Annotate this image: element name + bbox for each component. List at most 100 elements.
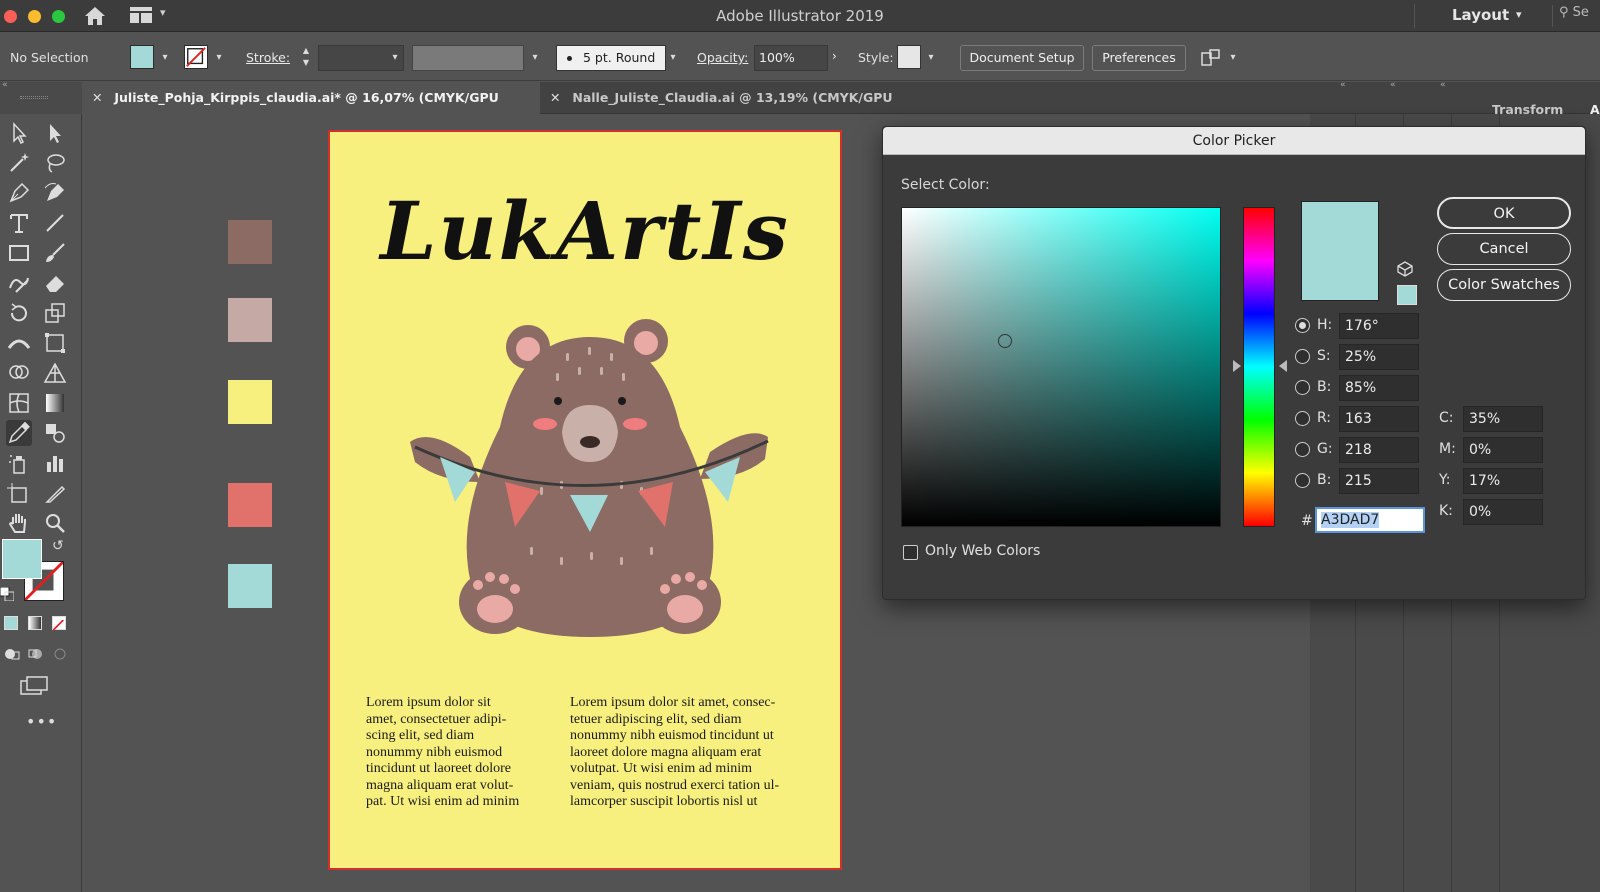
magenta-input[interactable]: 0% [1463,437,1543,463]
magic-wand-tool-icon[interactable] [6,150,32,176]
color-field-marker[interactable] [998,334,1012,348]
width-tool-icon[interactable] [6,330,32,356]
gamut-warning-icon[interactable] [1397,261,1413,277]
body-text-left[interactable]: Lorem ipsum dolor sit amet, consectetuer… [366,695,566,811]
search-input[interactable]: ⚲ Se [1552,5,1600,27]
selection-tool-icon[interactable] [6,120,32,146]
preferences-button[interactable]: Preferences [1092,45,1186,71]
green-radio[interactable] [1295,442,1310,457]
close-icon[interactable]: ✕ [92,82,110,114]
graphic-style-swatch[interactable] [897,45,921,69]
close-icon[interactable]: ✕ [550,82,568,114]
collapse-icon[interactable]: « [1340,80,1346,90]
black-input[interactable]: 0% [1463,499,1543,525]
collapse-icon[interactable]: « [1390,80,1396,90]
bear-illustration[interactable] [390,307,790,647]
green-input[interactable]: 218 [1339,437,1419,463]
saturation-radio[interactable] [1295,349,1310,364]
shaper-tool-icon[interactable] [6,270,32,296]
hue-input[interactable]: 176° [1339,313,1419,339]
color-swatches-button[interactable]: Color Swatches [1437,269,1571,301]
draw-behind-icon[interactable] [28,646,44,660]
stroke-swatch[interactable] [184,45,208,69]
opacity-label[interactable]: Opacity: [697,50,748,65]
variable-width-profile[interactable] [412,45,524,71]
palette-swatch-dusty-pink[interactable] [228,298,272,342]
chevron-down-icon[interactable]: ▾ [1224,48,1242,68]
mesh-tool-icon[interactable] [6,390,32,416]
direct-selection-tool-icon[interactable] [42,120,68,146]
hue-slider-handle-left[interactable] [1233,360,1241,372]
eyedropper-tool-icon[interactable] [6,420,32,446]
arrange-documents-icon[interactable] [1200,47,1222,69]
gamut-correction-swatch[interactable] [1397,285,1417,305]
tab-document-1[interactable]: ✕ Juliste_Pohja_Kirppis_claudia.ai* @ 16… [82,82,540,137]
stroke-label[interactable]: Stroke: [246,50,290,65]
saturation-brightness-field[interactable] [901,207,1221,527]
chevron-down-icon[interactable]: ▾ [210,48,228,68]
swap-fill-stroke-icon[interactable]: ↺ [52,538,64,554]
grip-icon[interactable] [20,96,48,99]
cyan-input[interactable]: 35% [1463,406,1543,432]
hex-input[interactable]: A3DAD7 [1315,507,1425,533]
shape-builder-tool-icon[interactable] [6,360,32,386]
chevron-down-icon[interactable]: ▾ [526,48,544,68]
rectangle-tool-icon[interactable] [6,240,32,266]
collapse-icon[interactable]: « [1440,80,1446,90]
blue-input[interactable]: 215 [1339,468,1419,494]
hand-tool-icon[interactable] [6,510,32,536]
pen-tool-icon[interactable] [6,180,32,206]
artboard-tool-icon[interactable] [6,480,32,506]
panel-tab-transform[interactable]: Transform [1492,102,1563,117]
panel-tab-character[interactable]: A [1590,102,1600,117]
eraser-tool-icon[interactable] [42,270,68,296]
hue-slider-handle-right[interactable] [1279,360,1287,372]
palette-swatch-yellow[interactable] [228,380,272,424]
workspace-layout-menu[interactable]: Layout [1452,6,1509,24]
chevron-right-icon[interactable]: › [832,49,837,63]
brush-definition[interactable]: 5 pt. Round [556,45,666,71]
palette-swatch-mint[interactable] [228,564,272,608]
palette-swatch-brown[interactable] [228,220,272,264]
fill-swatch[interactable] [130,45,154,69]
blue-radio[interactable] [1295,473,1310,488]
only-web-colors-checkbox[interactable] [903,545,918,560]
poster-title[interactable]: LukArtIs [330,184,840,278]
lasso-tool-icon[interactable] [42,150,68,176]
yellow-input[interactable]: 17% [1463,468,1543,494]
palette-swatch-coral[interactable] [228,483,272,527]
red-input[interactable]: 163 [1339,406,1419,432]
stroke-weight-stepper[interactable]: ▲ ▼ [298,45,314,71]
scale-tool-icon[interactable] [42,300,68,326]
red-radio[interactable] [1295,411,1310,426]
tab-document-2[interactable]: ✕ Nalle_Juliste_Claudia.ai @ 13,19% (CMY… [540,82,950,137]
chevron-down-icon[interactable]: ▾ [1516,8,1522,21]
saturation-input[interactable]: 25% [1339,344,1419,370]
body-text-right[interactable]: Lorem ipsum dolor sit amet, consec- tetu… [570,695,830,811]
default-fill-stroke-icon[interactable] [0,586,15,602]
cancel-button[interactable]: Cancel [1437,233,1571,265]
artboard[interactable]: LukArtIs Lorem ipsum dolor sit amet, con… [328,130,842,870]
screen-mode-icon[interactable] [20,676,48,696]
ok-button[interactable]: OK [1437,197,1571,229]
column-graph-tool-icon[interactable] [42,450,68,476]
fill-color-box[interactable] [2,539,42,579]
gradient-mode-icon[interactable] [28,616,42,630]
opacity-field[interactable]: 100% [754,45,828,71]
draw-inside-icon[interactable] [52,646,68,660]
chevron-down-icon[interactable]: ▾ [386,48,404,68]
hue-slider[interactable] [1243,207,1275,527]
chevron-down-icon[interactable]: ▾ [156,48,174,68]
chevron-down-icon[interactable]: ▾ [664,48,682,68]
zoom-tool-icon[interactable] [42,510,68,536]
free-transform-tool-icon[interactable] [42,330,68,356]
line-segment-tool-icon[interactable] [42,210,68,236]
brightness-radio[interactable] [1295,380,1310,395]
gradient-tool-icon[interactable] [42,390,68,416]
none-mode-icon[interactable] [52,616,66,631]
rotate-tool-icon[interactable] [6,300,32,326]
dialog-titlebar[interactable]: Color Picker [883,127,1585,155]
color-mode-icon[interactable] [4,616,18,630]
type-tool-icon[interactable] [6,210,32,236]
curvature-tool-icon[interactable] [42,180,68,206]
